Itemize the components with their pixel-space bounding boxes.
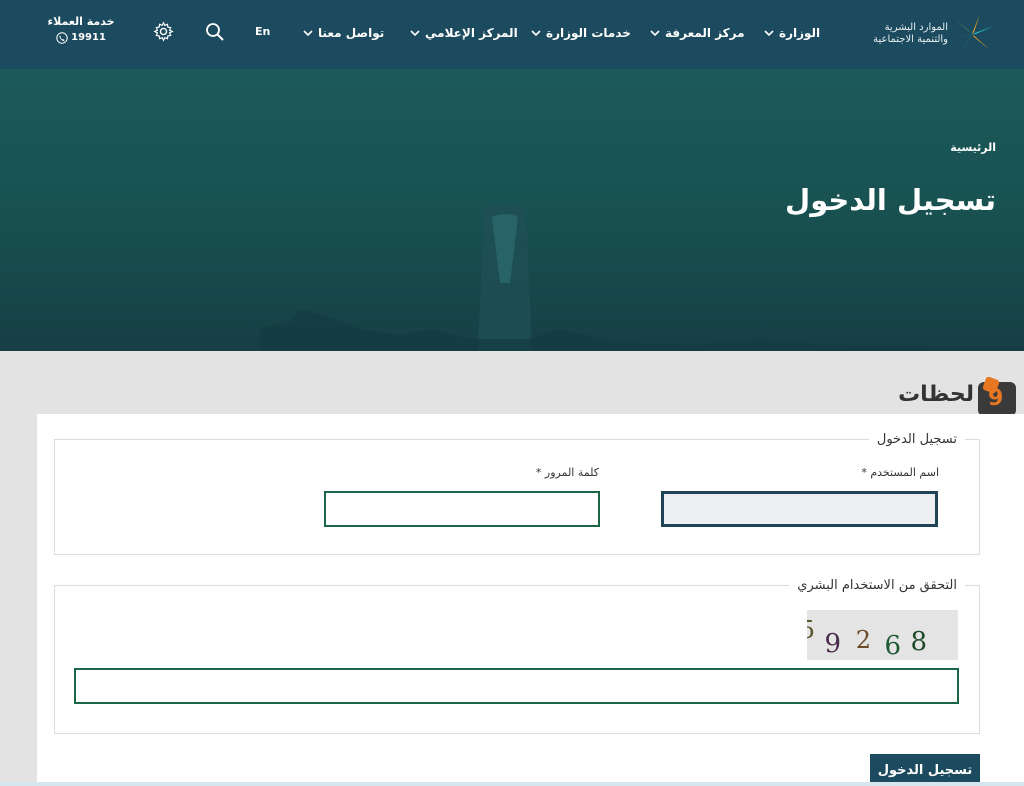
hero-banner: الرئيسية تسجيل الدخول	[0, 69, 1024, 351]
chevron-down-icon	[303, 30, 313, 37]
chevron-down-icon	[410, 30, 420, 37]
password-label: كلمة المرور *	[535, 466, 599, 479]
nav-ministry[interactable]: الوزارة	[764, 24, 820, 42]
username-input[interactable]	[661, 491, 938, 527]
top-navbar: الموارد البشرية والتنمية الاجتماعية الوز…	[0, 0, 1024, 69]
captcha-digit: 8	[910, 627, 927, 657]
nav-ministry-services[interactable]: خدمات الوزارة	[531, 24, 631, 42]
chevron-down-icon	[650, 30, 660, 37]
ministry-logo[interactable]: الموارد البشرية والتنمية الاجتماعية	[858, 12, 1003, 56]
bottom-strip	[0, 782, 1024, 786]
page-title: تسجيل الدخول	[785, 183, 996, 217]
captcha-input[interactable]	[74, 668, 959, 704]
watermark-icon: 9	[978, 382, 1016, 416]
watermark-logo: لحظات نيوز 9	[860, 380, 1020, 432]
chevron-down-icon	[531, 30, 541, 37]
captcha-digit: 9	[824, 629, 841, 659]
nav-knowledge-center[interactable]: مركز المعرفة	[650, 24, 745, 42]
search-icon[interactable]	[205, 22, 225, 42]
chevron-down-icon	[764, 30, 774, 37]
breadcrumb[interactable]: الرئيسية	[950, 141, 996, 154]
captcha-digit: 5	[807, 616, 815, 644]
username-label: اسم المستخدم *	[861, 466, 939, 479]
city-skyline-image	[260, 309, 1024, 351]
customer-service-label: خدمة العملاء	[47, 15, 115, 28]
login-card: تسجيل الدخول اسم المستخدم * كلمة المرور …	[37, 414, 1024, 786]
customer-service[interactable]: خدمة العملاء 19911	[46, 14, 116, 46]
password-input[interactable]	[324, 491, 600, 527]
captcha-digit: 2	[856, 626, 871, 654]
customer-service-number: 19911	[71, 32, 106, 43]
language-toggle[interactable]: En	[255, 25, 270, 38]
captcha-digit: 6	[884, 631, 901, 660]
nav-contact-us[interactable]: تواصل معنا	[303, 24, 384, 42]
logo-text: الموارد البشرية والتنمية الاجتماعية	[873, 22, 948, 45]
captcha-legend: التحقق من الاستخدام البشري	[797, 578, 957, 593]
ministry-logo-icon	[950, 14, 994, 54]
captcha-image: 5 9 2 6 8	[807, 610, 958, 660]
phone-icon	[56, 32, 68, 44]
gear-icon[interactable]	[153, 21, 174, 42]
nav-media-center[interactable]: المركز الإعلامي	[410, 24, 518, 42]
login-legend: تسجيل الدخول	[876, 432, 957, 447]
